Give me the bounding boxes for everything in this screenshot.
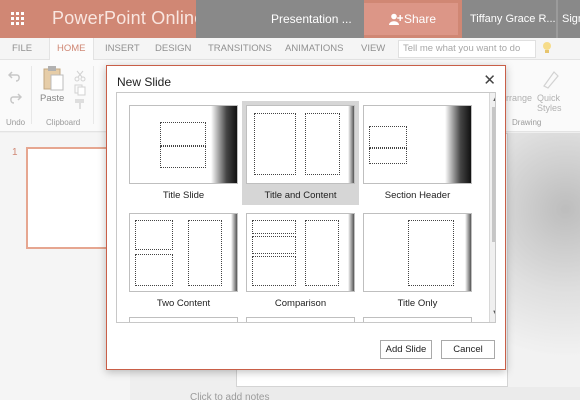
placeholder-box <box>305 113 340 175</box>
layout-title-only[interactable]: Title Only <box>359 209 476 313</box>
placeholder-box <box>135 220 173 250</box>
layout-title-slide[interactable]: Title Slide <box>125 101 242 205</box>
decorative-stripe <box>445 106 471 183</box>
cancel-button[interactable]: Cancel <box>441 340 495 359</box>
layout-thumbnail <box>129 213 238 292</box>
layout-thumbnail <box>363 213 472 292</box>
layout-thumbnail <box>129 105 238 184</box>
placeholder-box <box>135 254 173 286</box>
layout-label: Comparison <box>274 298 327 309</box>
layout-label: Two Content <box>156 298 211 309</box>
decorative-stripe <box>231 214 237 291</box>
placeholder-box <box>252 220 296 234</box>
layout-label: Title Only <box>397 298 438 309</box>
layout-thumbnail-partial[interactable] <box>363 317 472 322</box>
layout-label: Title Slide <box>162 190 205 201</box>
layout-thumbnail <box>246 213 355 292</box>
layout-gallery: Title Slide Title and Content Section He… <box>116 92 496 323</box>
placeholder-box <box>160 146 206 168</box>
layout-label: Section Header <box>384 190 451 201</box>
decorative-stripe <box>348 214 354 291</box>
placeholder-box <box>369 126 407 148</box>
layout-two-content[interactable]: Two Content <box>125 209 242 313</box>
placeholder-box <box>188 220 222 286</box>
dialog-title: New Slide <box>117 75 172 89</box>
layout-thumbnail <box>363 105 472 184</box>
placeholder-box <box>408 220 454 286</box>
new-slide-dialog: New Slide ✕ Title Slide Title and Conten… <box>106 65 506 370</box>
layout-section-header[interactable]: Section Header <box>359 101 476 205</box>
add-slide-button[interactable]: Add Slide <box>380 340 432 359</box>
layout-title-and-content[interactable]: Title and Content <box>242 101 359 205</box>
layout-thumbnail-partial[interactable] <box>246 317 355 322</box>
decorative-stripe <box>348 106 354 183</box>
scroll-up-icon[interactable]: ▲ <box>491 95 495 105</box>
gallery-scrollbar[interactable]: ▲ ▼ <box>489 93 495 322</box>
layout-thumbnail <box>246 105 355 184</box>
decorative-stripe <box>211 106 237 183</box>
placeholder-box <box>252 236 296 254</box>
close-icon[interactable]: ✕ <box>483 71 496 89</box>
placeholder-box <box>252 256 296 286</box>
scrollbar-thumb[interactable] <box>492 107 495 242</box>
placeholder-box <box>369 148 407 164</box>
placeholder-box <box>254 113 296 175</box>
decorative-stripe <box>465 214 471 291</box>
placeholder-box <box>160 122 206 146</box>
layout-comparison[interactable]: Comparison <box>242 209 359 313</box>
layout-thumbnail-partial[interactable] <box>129 317 238 322</box>
layout-label: Title and Content <box>264 190 337 201</box>
scroll-down-icon[interactable]: ▼ <box>491 308 495 318</box>
placeholder-box <box>305 220 339 286</box>
